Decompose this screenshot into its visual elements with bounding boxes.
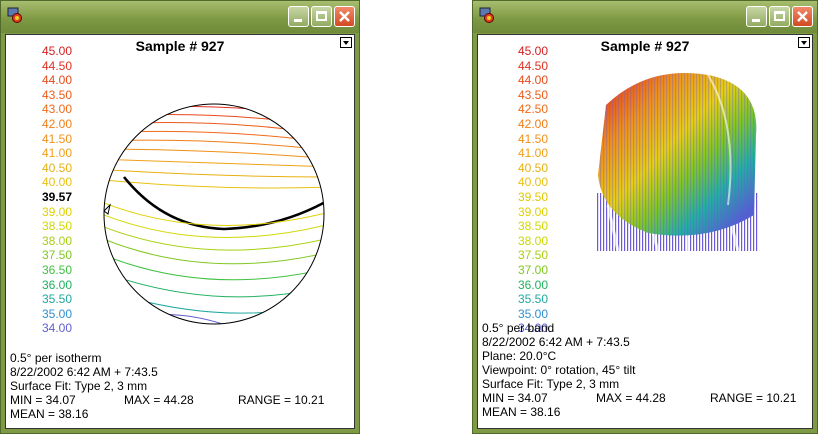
scale-label: 40.50 [41, 160, 72, 175]
dropdown-arrow-icon[interactable] [340, 37, 352, 48]
scale-label: 35.50 [41, 292, 72, 307]
band-scale: 45.00 44.50 44.00 43.50 42.50 42.00 41.50 41.00… [504, 44, 548, 336]
isotherm-scale: 45.00 44.50 44.00 43.50 43.00 42.00 41.50 41.00… [28, 44, 72, 336]
client-area: Sample # 927 45.00 44.50 44.00 43.50 43.00 42… [5, 34, 355, 429]
close-button[interactable] [334, 6, 355, 27]
info-line-timestamp: 8/22/2002 6:42 AM + 7:43.5 [482, 335, 630, 349]
app-icon[interactable] [7, 7, 23, 23]
scale-label: 38.00 [517, 233, 548, 248]
title-bar[interactable] [473, 1, 817, 33]
app-icon[interactable] [479, 7, 495, 23]
scale-label: 39.57 [41, 189, 72, 204]
title-bar[interactable] [1, 1, 359, 33]
scale-label: 41.00 [517, 146, 548, 161]
min-value: MIN = 34.07 [10, 393, 76, 407]
scale-label: 43.50 [517, 87, 548, 102]
scale-label: 40.00 [41, 175, 72, 190]
scale-label: 44.50 [517, 58, 548, 73]
client-area: Sample # 927 45.00 44.50 44.00 43.50 42.50 42… [477, 34, 813, 429]
scale-label: 39.50 [517, 189, 548, 204]
scale-label: 39.00 [41, 204, 72, 219]
scale-label: 35.50 [517, 292, 548, 307]
window-isotherm: Sample # 927 45.00 44.50 44.00 43.50 43.00 42… [0, 0, 360, 434]
max-value: MAX = 44.28 [596, 391, 666, 405]
surface-3d-plot [596, 73, 758, 252]
scale-label: 45.00 [41, 44, 72, 58]
maximize-button[interactable] [769, 6, 790, 27]
scale-label: 44.00 [517, 73, 548, 88]
scale-label: 39.00 [517, 204, 548, 219]
mean-value: MEAN = 38.16 [482, 405, 561, 419]
range-value: RANGE = 10.21 [238, 393, 325, 407]
window-3d-view: Sample # 927 45.00 44.50 44.00 43.50 42.50 42… [472, 0, 818, 434]
scale-label: 41.50 [517, 131, 548, 146]
scale-label: 36.00 [517, 277, 548, 292]
scale-label: 37.00 [517, 262, 548, 277]
scale-label: 42.00 [517, 116, 548, 131]
scale-label: 38.00 [41, 233, 72, 248]
info-line-isotherm: 0.5° per isotherm [10, 351, 102, 365]
close-icon [339, 11, 350, 22]
scale-label: 42.00 [41, 116, 72, 131]
scale-label: 40.00 [517, 175, 548, 190]
info-line-surface-fit: Surface Fit: Type 2, 3 mm [482, 377, 620, 391]
min-value: MIN = 34.07 [482, 391, 548, 405]
maximize-button[interactable] [311, 6, 332, 27]
mean-value: MEAN = 38.16 [10, 407, 89, 421]
minimize-button[interactable] [746, 6, 767, 27]
max-value: MAX = 44.28 [124, 393, 194, 407]
close-icon [797, 11, 808, 22]
scale-label: 40.50 [517, 160, 548, 175]
info-line-band: 0.5° per band [482, 321, 555, 335]
range-value: RANGE = 10.21 [710, 391, 797, 405]
scale-label: 37.50 [41, 248, 72, 263]
info-panel: 0.5° per isotherm 8/22/2002 6:42 AM + 7:… [10, 351, 356, 421]
info-line-plane: Plane: 20.0°C [482, 349, 557, 363]
scale-label: 41.00 [41, 146, 72, 161]
scale-label: 43.00 [41, 102, 72, 117]
info-line-surface-fit: Surface Fit: Type 2, 3 mm [10, 379, 148, 393]
close-button[interactable] [792, 6, 813, 27]
scale-label: 36.50 [41, 262, 72, 277]
scale-label: 43.50 [41, 87, 72, 102]
scale-label: 44.50 [41, 58, 72, 73]
scale-label: 44.00 [41, 73, 72, 88]
scale-label: 34.00 [41, 321, 72, 336]
scale-label: 38.50 [41, 219, 72, 234]
scale-label: 38.50 [517, 219, 548, 234]
minimize-button[interactable] [288, 6, 309, 27]
info-panel: 0.5° per band 8/22/2002 6:42 AM + 7:43.5… [482, 321, 816, 419]
scale-label: 36.00 [41, 277, 72, 292]
scale-label: 42.50 [517, 102, 548, 117]
scale-label: 35.00 [41, 306, 72, 321]
info-line-viewpoint: Viewpoint: 0° rotation, 45° tilt [482, 363, 636, 377]
dropdown-arrow-icon[interactable] [798, 37, 810, 48]
scale-label: 45.00 [517, 44, 548, 58]
scale-label: 35.00 [517, 306, 548, 321]
scale-label: 37.50 [517, 248, 548, 263]
isotherm-map [103, 103, 325, 325]
info-line-timestamp: 8/22/2002 6:42 AM + 7:43.5 [10, 365, 158, 379]
scale-label: 41.50 [41, 131, 72, 146]
